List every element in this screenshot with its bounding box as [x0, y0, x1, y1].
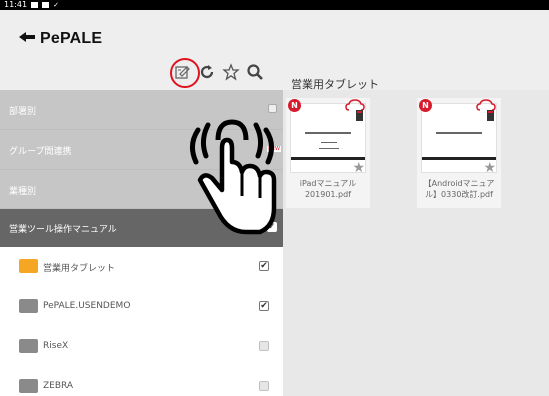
folder-item[interactable]: RiseX: [0, 327, 283, 367]
folder-icon: [19, 299, 38, 313]
sidebar-category-label: グループ間連携: [9, 147, 72, 157]
sidebar-category-label: 部署別: [9, 107, 37, 117]
file-name: iPadマニュアル 201901.pdf: [299, 179, 357, 199]
favorite-icon: [222, 63, 240, 81]
logo: PePALE: [18, 30, 102, 48]
status-time: 11:41: [4, 0, 28, 9]
status-bar: 11:41 ✓: [0, 0, 549, 10]
folder-label: 営業用タブレット: [43, 264, 116, 274]
folder-checkbox[interactable]: [259, 381, 269, 391]
star-icon[interactable]: ★: [483, 160, 496, 176]
cloud-download-icon[interactable]: [475, 98, 497, 122]
folder-label: PePALE.USENDEMO: [43, 301, 131, 311]
star-icon[interactable]: ★: [352, 160, 365, 176]
cloud-download-icon[interactable]: [344, 98, 366, 122]
folder-item[interactable]: ZEBRA: [0, 367, 283, 396]
file-grid: N ★ iPadマニュアル 201901.pdf N ★ 【Androidマニュ…: [283, 90, 549, 396]
folder-checkbox[interactable]: [259, 341, 269, 351]
search-icon: [247, 64, 263, 80]
folder-checkbox[interactable]: ✔: [259, 301, 269, 311]
folder-label: ZEBRA: [43, 381, 74, 391]
file-name: 【Androidマニュア ル】0330改訂.pdf: [423, 179, 495, 199]
folder-icon: [19, 339, 38, 353]
refresh-icon: [200, 65, 214, 79]
refresh-button[interactable]: [198, 63, 216, 81]
folder-checkbox[interactable]: ✔: [259, 261, 269, 271]
notification-icon: [31, 2, 39, 8]
new-file-badge: N: [419, 99, 432, 112]
folder-item[interactable]: 営業用タブレット ✔: [0, 247, 283, 287]
tap-gesture-icon: [190, 119, 277, 235]
file-card[interactable]: N ★ 【Androidマニュア ル】0330改訂.pdf: [417, 98, 501, 208]
search-button[interactable]: [246, 63, 264, 81]
app-header: PePALE 営業用タブレット: [0, 10, 549, 91]
sidebar-category-label: 業種別: [9, 187, 37, 197]
folder-item[interactable]: PePALE.USENDEMO ✔: [0, 287, 283, 327]
logo-mark-icon: [18, 31, 36, 47]
folder-icon: [19, 259, 38, 273]
highlight-circle: [170, 58, 200, 88]
folder-label: RiseX: [43, 341, 69, 351]
logo-text: PePALE: [40, 30, 103, 47]
file-card[interactable]: N ★ iPadマニュアル 201901.pdf: [286, 98, 370, 208]
check-icon: ✓: [53, 1, 59, 9]
image-icon: [42, 2, 50, 8]
folder-icon: [19, 379, 38, 393]
new-file-badge: N: [288, 99, 301, 112]
favorite-button[interactable]: [222, 63, 240, 81]
sidebar-item-label: 営業ツール操作マニュアル: [9, 225, 117, 235]
